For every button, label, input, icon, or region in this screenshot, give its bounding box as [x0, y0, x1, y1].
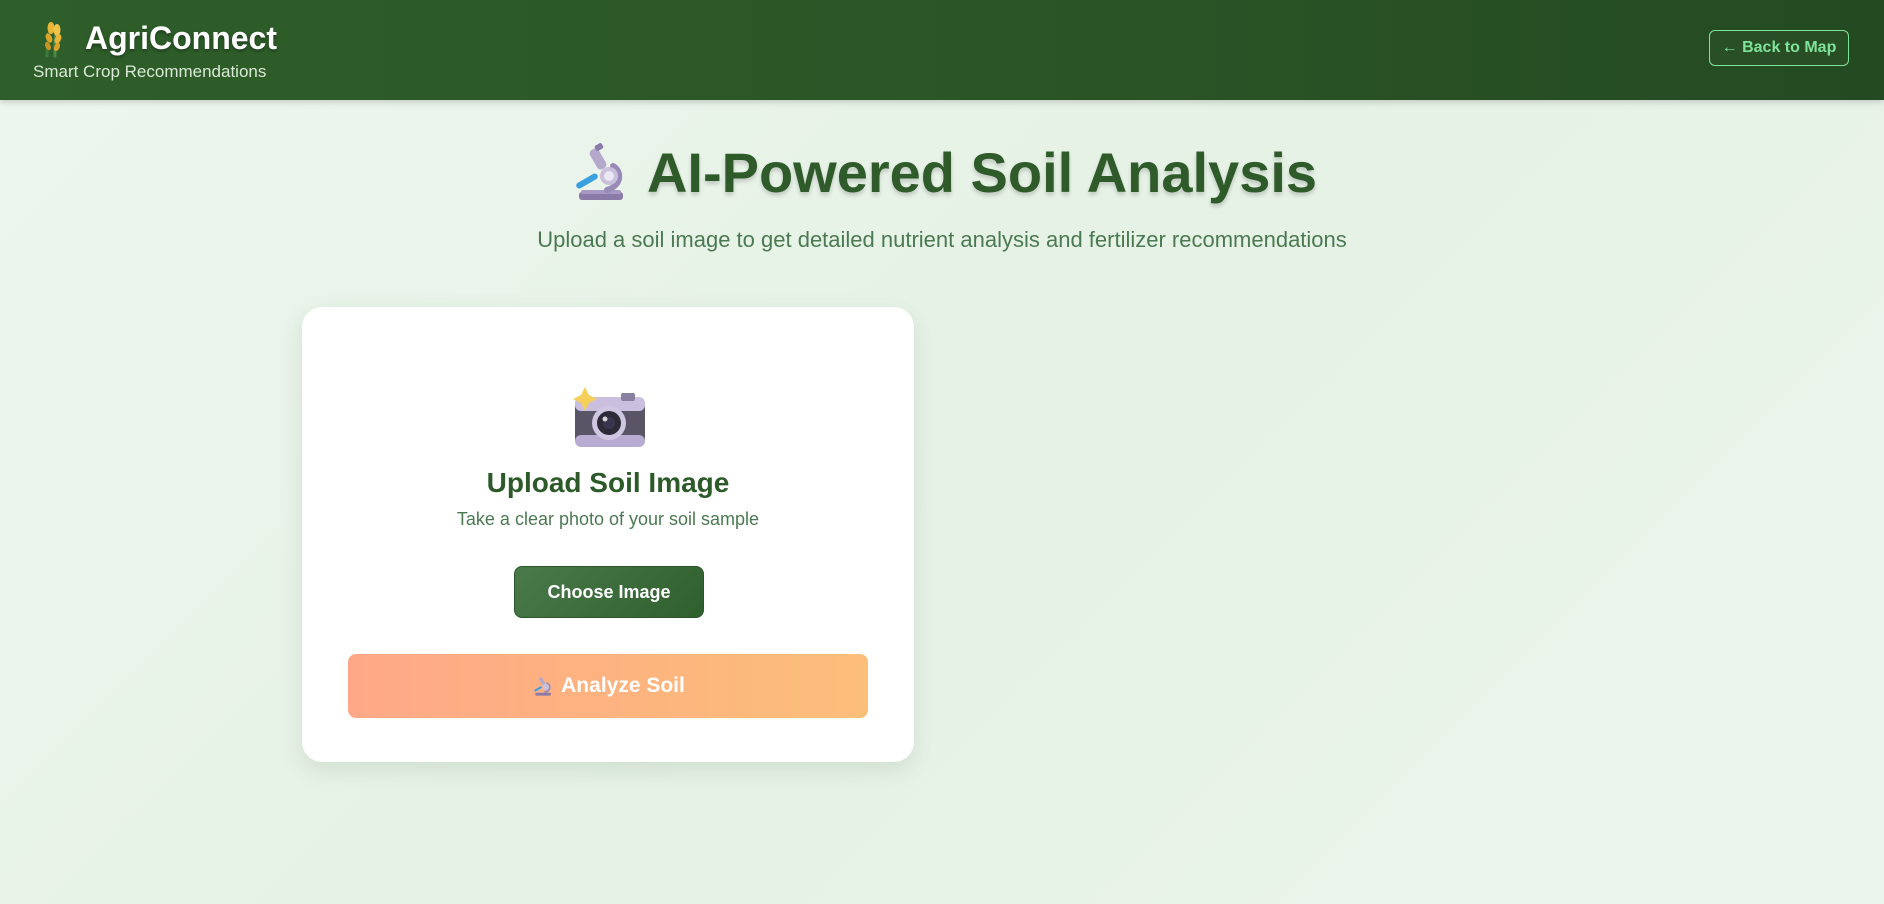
upload-subtitle: Take a clear photo of your soil sample: [456, 509, 760, 529]
brand-row: AgriConnect: [33, 18, 277, 58]
brand-subtitle: Smart Crop Recommendations: [33, 62, 267, 81]
top-header: AgriConnect Smart Crop Recommendations ←…: [0, 0, 1884, 100]
page-subtitle: Upload a soil image to get detailed nutr…: [537, 226, 1347, 252]
page-title: AI-Powered Soil Analysis: [646, 141, 1318, 204]
hero-section: AI-Powered Soil Analysis Upload a soil i…: [0, 140, 1884, 253]
analyze-soil-label: Analyze Soil: [561, 674, 685, 697]
microscope-icon: [567, 142, 629, 204]
upload-card: Upload Soil Image Take a clear photo of …: [302, 307, 914, 762]
brand-title: AgriConnect: [85, 19, 277, 56]
upload-title: Upload Soil Image: [486, 467, 730, 498]
wheat-icon: [33, 18, 73, 58]
hero-title-row: AI-Powered Soil Analysis: [567, 140, 1317, 205]
brand: AgriConnect Smart Crop Recommendations: [33, 18, 277, 82]
analyze-soil-button[interactable]: Analyze Soil: [348, 654, 868, 718]
camera-icon: [569, 383, 649, 453]
microscope-icon: [531, 675, 553, 697]
choose-image-button[interactable]: Choose Image: [514, 566, 704, 618]
back-to-map-button[interactable]: ← Back to Map: [1709, 30, 1849, 66]
